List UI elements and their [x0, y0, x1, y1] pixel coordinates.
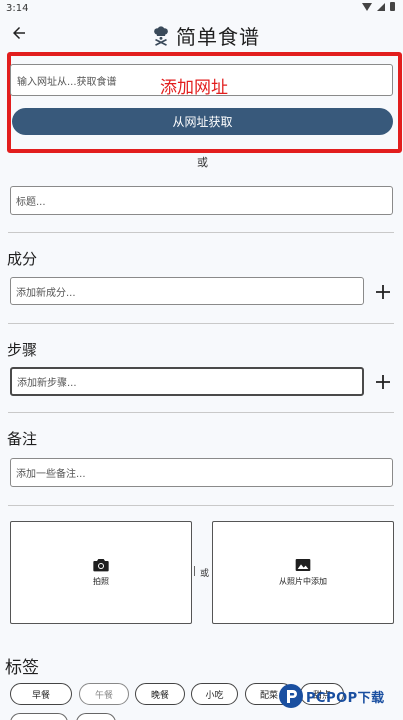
wifi-icon [362, 2, 372, 11]
add-from-gallery-label: 从照片中添加 [279, 577, 327, 586]
tags-heading: 标签 [5, 658, 39, 678]
take-photo-card[interactable]: 拍照 [10, 521, 192, 624]
app-bar: 简单食谱 [0, 18, 403, 50]
divider [8, 232, 394, 233]
status-time: 3:14 [6, 3, 29, 14]
divider [8, 323, 394, 324]
tag-chip-partial[interactable] [76, 713, 116, 720]
title-input[interactable]: 标题... [10, 186, 393, 215]
camera-icon [93, 559, 109, 572]
signal-icon [377, 2, 385, 11]
watermark: PCPOP下载 [278, 683, 385, 709]
app-title-group: 简单食谱 [150, 21, 260, 50]
steps-heading: 步骤 [7, 341, 38, 359]
or-divider-text: 或 [197, 156, 208, 169]
notes-heading: 备注 [7, 430, 38, 448]
back-arrow-icon[interactable] [10, 24, 28, 42]
step-input[interactable]: 添加新步骤... [10, 367, 364, 396]
add-ingredient-icon[interactable] [375, 284, 391, 300]
fetch-from-url-button[interactable]: 从网址获取 [12, 108, 393, 135]
tag-chip[interactable]: 早餐 [10, 683, 72, 705]
photo-separator [194, 566, 195, 576]
photo-or-text: 或 [200, 569, 210, 579]
page-title: 简单食谱 [176, 25, 260, 49]
tag-chip[interactable]: 晚餐 [135, 683, 185, 705]
tag-chip[interactable]: 小吃 [191, 683, 238, 705]
add-from-gallery-card[interactable]: 从照片中添加 [212, 521, 394, 624]
image-icon [295, 559, 311, 571]
ingredient-input[interactable]: 添加新成分... [10, 277, 364, 305]
battery-icon [390, 2, 395, 11]
url-annotation: 添加网址 [160, 78, 228, 98]
tag-chip-partial[interactable] [10, 713, 68, 720]
add-step-icon[interactable] [375, 374, 391, 390]
status-icons [362, 2, 395, 11]
divider [8, 412, 394, 413]
chef-hat-icon [154, 25, 168, 46]
take-photo-label: 拍照 [93, 577, 109, 586]
pcpop-logo-icon [279, 684, 303, 708]
notes-input[interactable]: 添加一些备注... [10, 458, 393, 487]
divider [8, 505, 394, 506]
ingredients-heading: 成分 [7, 250, 38, 268]
tag-chip[interactable]: 午餐 [79, 683, 129, 705]
watermark-text: PCPOP下载 [306, 690, 385, 706]
status-bar: 3:14 [0, 0, 403, 18]
